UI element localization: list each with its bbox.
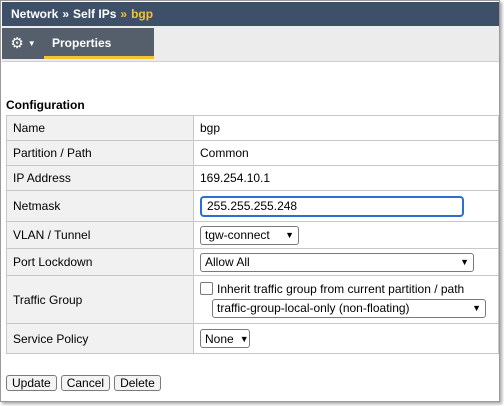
ip-address-value: 169.254.10.1 — [193, 165, 499, 191]
button-bar: Update Cancel Delete — [6, 375, 165, 391]
vlan-label: VLAN / Tunnel — [6, 221, 194, 249]
service-policy-select[interactable]: None ▼ — [200, 329, 250, 348]
breadcrumb-current: bgp — [131, 7, 154, 21]
row-traffic-group: Traffic Group Inherit traffic group from… — [6, 275, 499, 324]
gear-icon: ⚙ — [10, 35, 24, 52]
traffic-group-label: Traffic Group — [6, 275, 194, 324]
row-port-lockdown: Port Lockdown Allow All ▼ — [6, 248, 499, 276]
inherit-option: Inherit traffic group from current parti… — [200, 282, 498, 296]
section-title: Configuration — [6, 98, 85, 112]
service-policy-selected-value: None — [205, 331, 234, 346]
cancel-button[interactable]: Cancel — [60, 375, 111, 391]
tab-bar: ⚙ ▼ Properties — [2, 26, 499, 62]
row-ip-address: IP Address 169.254.10.1 — [6, 165, 499, 191]
delete-button[interactable]: Delete — [114, 375, 161, 391]
row-partition: Partition / Path Common — [6, 140, 499, 166]
row-netmask: Netmask — [6, 190, 499, 222]
netmask-cell — [193, 190, 499, 222]
traffic-group-selected-value: traffic-group-local-only (non-floating) — [217, 301, 410, 315]
netmask-label: Netmask — [6, 190, 194, 222]
netmask-input[interactable] — [200, 195, 464, 217]
vlan-selected-value: tgw-connect — [205, 228, 270, 242]
breadcrumb: Network » Self IPs » bgp — [2, 2, 499, 26]
name-label: Name — [6, 115, 194, 141]
port-lockdown-label: Port Lockdown — [6, 248, 194, 276]
port-lockdown-cell: Allow All ▼ — [193, 248, 499, 276]
gear-menu-button[interactable]: ⚙ ▼ — [2, 28, 44, 59]
chevron-down-icon: ▼ — [27, 39, 36, 48]
partition-label: Partition / Path — [6, 140, 194, 166]
row-vlan: VLAN / Tunnel tgw-connect ▼ — [6, 221, 499, 249]
partition-value: Common — [193, 140, 499, 166]
port-lockdown-select[interactable]: Allow All ▼ — [200, 252, 474, 272]
vlan-select[interactable]: tgw-connect ▼ — [200, 225, 299, 245]
breadcrumb-network[interactable]: Network — [11, 7, 58, 21]
row-service-policy: Service Policy None ▼ — [6, 323, 499, 354]
breadcrumb-separator: » — [62, 7, 70, 21]
inherit-label: Inherit traffic group from current parti… — [217, 281, 465, 296]
tab-properties[interactable]: Properties — [44, 28, 154, 59]
configuration-table: Name bgp Partition / Path Common IP Addr… — [6, 115, 499, 354]
chevron-down-icon: ▼ — [239, 333, 249, 344]
chevron-down-icon: ▼ — [472, 303, 481, 313]
chevron-down-icon: ▼ — [285, 230, 294, 240]
row-name: Name bgp — [6, 115, 499, 141]
ip-address-label: IP Address — [6, 165, 194, 191]
service-policy-cell: None ▼ — [193, 323, 499, 354]
update-button[interactable]: Update — [6, 375, 57, 391]
service-policy-label: Service Policy — [6, 323, 194, 354]
window-frame: Network » Self IPs » bgp ⚙ ▼ Properties … — [0, 0, 500, 402]
name-value: bgp — [193, 115, 499, 141]
vlan-cell: tgw-connect ▼ — [193, 221, 499, 249]
port-lockdown-selected-value: Allow All — [205, 255, 250, 269]
inherit-checkbox[interactable] — [200, 282, 213, 295]
traffic-group-cell: Inherit traffic group from current parti… — [193, 275, 499, 324]
chevron-down-icon: ▼ — [460, 257, 469, 267]
breadcrumb-self-ips[interactable]: Self IPs — [73, 7, 116, 21]
traffic-group-select[interactable]: traffic-group-local-only (non-floating) … — [212, 298, 486, 318]
breadcrumb-separator: » — [120, 7, 128, 21]
